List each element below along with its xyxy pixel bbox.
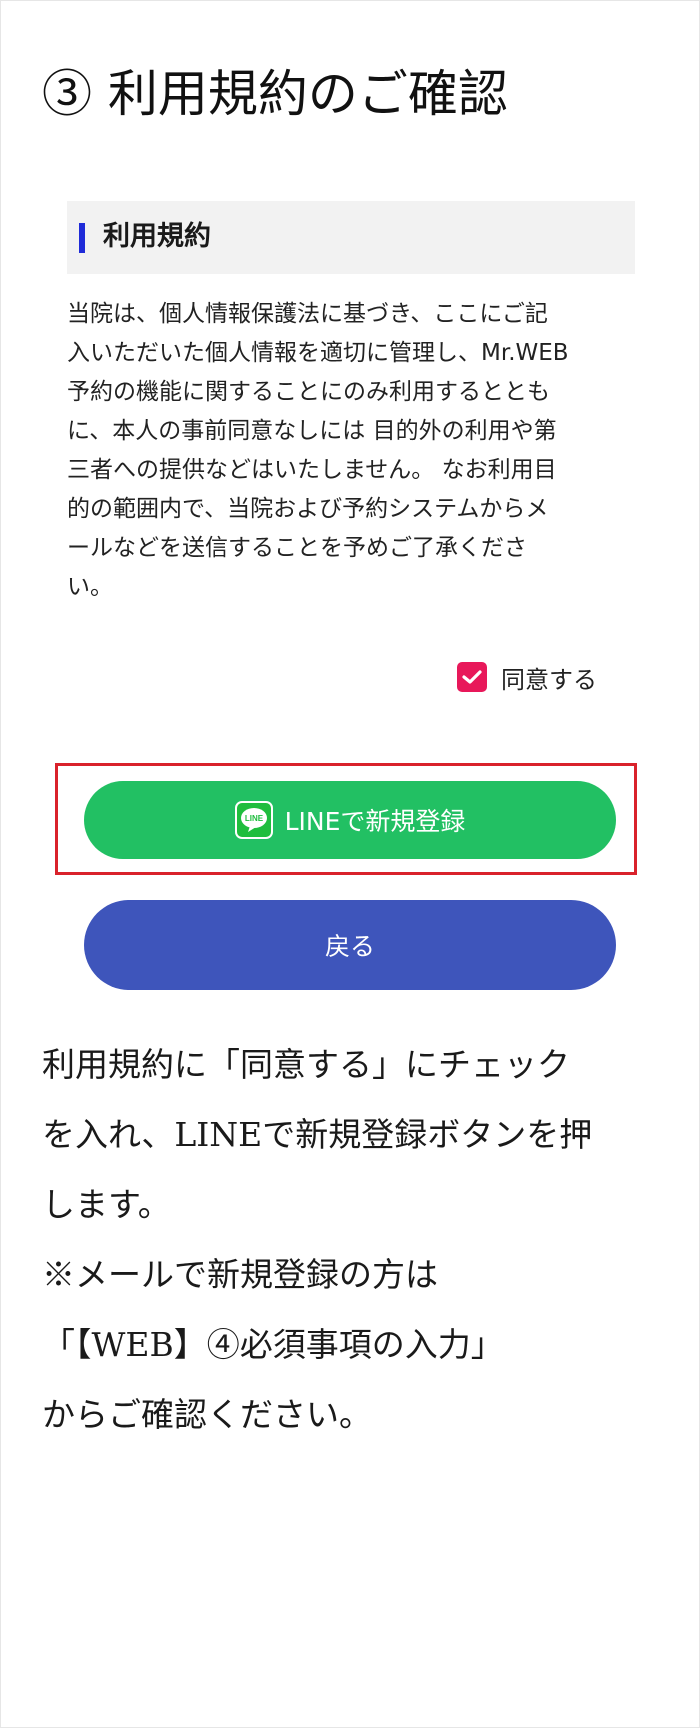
terms-line: 的の範囲内で、当院および予約システムからメ	[67, 496, 549, 522]
check-icon	[462, 670, 482, 684]
terms-line: 予約の機能に関することにのみ利用するととも	[67, 379, 550, 405]
terms-header: 利用規約	[67, 201, 635, 274]
terms-line: 入いただいた個人情報を適切に管理し、Mr.WEB	[67, 340, 569, 366]
back-button[interactable]: 戻る	[84, 900, 616, 990]
terms-line: 当院は、個人情報保護法に基づき、ここにご記	[67, 301, 548, 327]
line-register-label: LINEで新規登録	[284, 807, 466, 836]
instructions: 利用規約に「同意する」にチェック を入れ、LINEで新規登録ボタンを押 します。…	[42, 1030, 662, 1450]
instruction-line: 利用規約に「同意する」にチェック	[42, 1045, 570, 1084]
agree-checkbox-row[interactable]: 同意する	[457, 657, 597, 697]
line-register-button[interactable]: LINE LINEで新規登録	[84, 781, 616, 859]
accent-bar	[79, 223, 85, 253]
embedded-screenshot: 利用規約 当院は、個人情報保護法に基づき、ここにご記 入いただいた個人情報を適切…	[42, 170, 654, 1000]
terms-line: に、本人の事前同意なしには 目的外の利用や第	[67, 418, 557, 444]
svg-text:LINE: LINE	[244, 814, 263, 823]
instruction-line: ※メールで新規登録の方は	[42, 1255, 438, 1294]
agree-checkbox[interactable]	[457, 662, 487, 692]
terms-line: 三者への提供などはいたしません。 なお利用目	[67, 457, 557, 483]
line-logo-icon: LINE	[234, 801, 273, 839]
page-title: ③ 利用規約のご確認	[42, 65, 508, 123]
instruction-line: 「【WEB】④必須事項の入力」	[42, 1325, 504, 1364]
instruction-line: からご確認ください。	[42, 1395, 372, 1434]
terms-line: ールなどを送信することを予めご了承くださ	[67, 535, 527, 561]
agree-label: 同意する	[501, 665, 597, 694]
terms-line: い。	[67, 574, 113, 600]
instruction-line: を入れ、LINEで新規登録ボタンを押	[42, 1115, 593, 1154]
terms-body: 当院は、個人情報保護法に基づき、ここにご記 入いただいた個人情報を適切に管理し、…	[67, 295, 637, 607]
terms-title: 利用規約	[103, 221, 211, 252]
line-bubble-icon: LINE	[240, 808, 267, 832]
instruction-line: します。	[42, 1185, 171, 1224]
